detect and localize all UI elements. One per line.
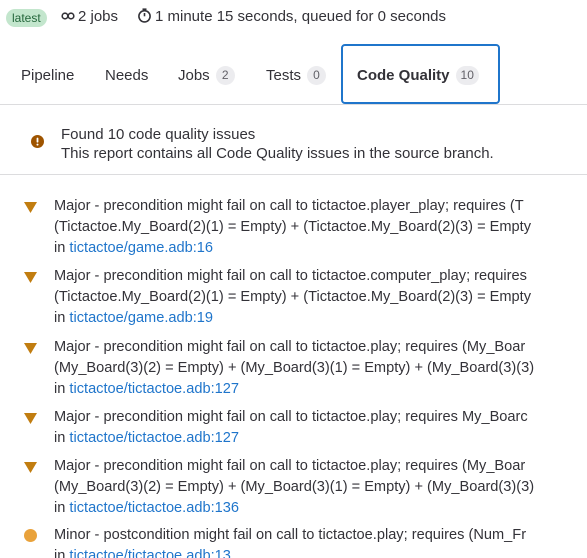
- latest-badge: latest: [6, 9, 47, 27]
- issue-file-link[interactable]: tictactoe/game.adb:19: [69, 310, 213, 326]
- tab-tests[interactable]: Tests 0: [266, 44, 327, 104]
- tab-label: Tests: [266, 67, 302, 84]
- issue-file-link[interactable]: tictactoe/tictactoe.adb:127: [69, 381, 239, 397]
- issue-description: Major - precondition might fail on call …: [54, 268, 527, 284]
- severity-major-icon: [24, 462, 37, 473]
- tab-pipeline[interactable]: Pipeline: [21, 44, 74, 104]
- issues-list: Major - precondition might fail on call …: [0, 174, 587, 558]
- issue-location-prefix: in: [54, 430, 70, 446]
- issue-description: Major - precondition might fail on call …: [54, 198, 524, 214]
- issue-description: (My_Board(3)(2) = Empty) + (My_Board(3)(…: [54, 479, 535, 495]
- issue-file-link[interactable]: tictactoe/game.adb:16: [69, 240, 213, 256]
- issue-description: (My_Board(3)(2) = Empty) + (My_Board(3)(…: [54, 360, 535, 376]
- summary-title: Found 10 code quality issues: [61, 126, 256, 143]
- duration-text: 1 minute 15 seconds, queued for 0 second…: [155, 8, 447, 25]
- tab-label: Code Quality: [357, 67, 450, 84]
- tab-label: Jobs: [178, 67, 210, 84]
- jobs-text: 2 jobs: [78, 8, 119, 25]
- issue-file-link[interactable]: tictactoe/tictactoe.adb:136: [69, 500, 239, 516]
- issue-description: Major - precondition might fail on call …: [54, 458, 526, 474]
- issue-description: (Tictactoe.My_Board(2)(1) = Empty) + (Ti…: [54, 219, 532, 235]
- tab-code-quality[interactable]: Code Quality 10: [341, 44, 500, 104]
- jobs-count-badge: 2: [215, 66, 235, 85]
- issue-description: Major - precondition might fail on call …: [54, 339, 526, 355]
- severity-major-icon: [24, 202, 37, 213]
- pipeline-tabs: Pipeline Needs Jobs 2 Tests 0 Code Quality…: [0, 44, 587, 105]
- tab-needs[interactable]: Needs: [105, 44, 148, 104]
- issue-location-prefix: in: [54, 310, 70, 326]
- issue-file-link[interactable]: tictactoe/tictactoe.adb:127: [69, 430, 239, 446]
- summary-subtitle: This report contains all Code Quality is…: [61, 145, 494, 162]
- severity-major-icon: [24, 413, 37, 424]
- tests-count-badge: 0: [307, 66, 327, 85]
- tab-jobs[interactable]: Jobs 2: [178, 44, 235, 104]
- timer-icon: [138, 8, 151, 23]
- severity-major-icon: [24, 343, 37, 354]
- issue-location-prefix: in: [54, 500, 70, 516]
- code-quality-count-badge: 10: [455, 66, 479, 85]
- severity-minor-icon: [24, 529, 37, 542]
- tab-label: Needs: [105, 67, 149, 84]
- severity-major-icon: [24, 272, 37, 283]
- duration: 1 minute 15 seconds, queued for 0 second…: [137, 8, 446, 25]
- pipeline-icon: [61, 12, 75, 20]
- warning-icon: [31, 135, 44, 148]
- pipeline-header: latest 2 jobs 1 minute 15 seconds, queue…: [0, 0, 587, 34]
- issue-description: (Tictactoe.My_Board(2)(1) = Empty) + (Ti…: [54, 289, 532, 305]
- issue-description: Major - precondition might fail on call …: [54, 409, 528, 425]
- issue-location-prefix: in: [54, 381, 70, 397]
- code-quality-summary: Found 10 code quality issues This report…: [0, 104, 587, 174]
- issue-location-prefix: in: [54, 240, 70, 256]
- tab-label: Pipeline: [21, 67, 75, 84]
- jobs-count: 2 jobs: [61, 8, 118, 25]
- issue-description: Minor - postcondition might fail on call…: [54, 527, 527, 543]
